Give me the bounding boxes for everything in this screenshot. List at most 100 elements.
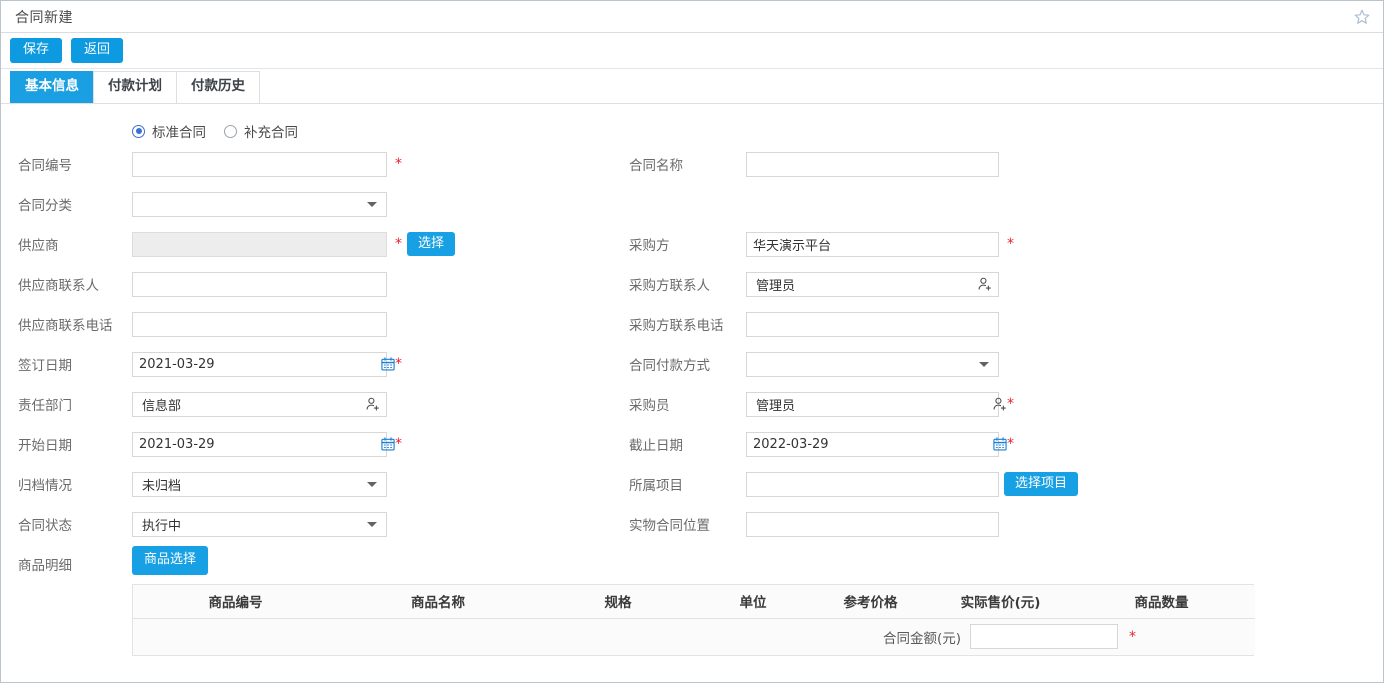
required-mark-purchaser: * [1007, 397, 1014, 411]
tab-basic-info[interactable]: 基本信息 [10, 71, 94, 103]
contract-state-select[interactable]: 执行中 [132, 512, 387, 537]
radio-supplement-contract-label: 补充合同 [244, 121, 298, 141]
payment-method-select[interactable] [746, 352, 999, 377]
field-purchaser: * [746, 392, 1014, 417]
goods-table-header-row: 商品编号 商品名称 规格 单位 参考价格 实际售价(元) 商品数量 [133, 585, 1255, 619]
field-buyer-contact [746, 272, 999, 297]
contract-no-input[interactable] [132, 152, 387, 177]
form-row-2: 合同分类 [1, 184, 1383, 224]
form-row-6: 签订日期 * [1, 344, 1383, 384]
label-contract-state: 合同状态 [1, 514, 132, 534]
buyer-contact-input[interactable] [746, 272, 999, 297]
form-grid: 合同编号 * 合同名称 合同分类 [1, 144, 1383, 544]
label-sign-date: 签订日期 [1, 354, 132, 374]
form-row-8: 开始日期 * [1, 424, 1383, 464]
buyer-input[interactable] [746, 232, 999, 257]
contract-category-select[interactable] [132, 192, 387, 217]
form-row-4: 供应商联系人 采购方联系人 [1, 264, 1383, 304]
required-mark-end-date: * [1007, 437, 1014, 451]
save-button[interactable]: 保存 [10, 38, 62, 64]
archive-status-select[interactable]: 未归档 [132, 472, 387, 497]
radio-supplement-contract[interactable]: 补充合同 [224, 121, 298, 141]
contract-type-radio-group: 标准合同 补充合同 [132, 118, 1383, 144]
calendar-icon[interactable] [380, 436, 396, 452]
person-add-icon[interactable] [977, 276, 993, 292]
owner-dept-input[interactable] [132, 392, 387, 417]
chevron-down-icon [979, 362, 989, 367]
page-title: 合同新建 [15, 7, 73, 27]
star-icon[interactable] [1353, 8, 1371, 26]
label-buyer-phone: 采购方联系电话 [601, 314, 746, 334]
contract-name-input[interactable] [746, 152, 999, 177]
label-supplier: 供应商 [1, 234, 132, 254]
calendar-icon[interactable] [992, 436, 1008, 452]
form-row-7: 责任部门 采购员 [1, 384, 1383, 424]
form-row-1: 合同编号 * 合同名称 [1, 144, 1383, 184]
label-goods-detail: 商品明细 [1, 546, 132, 574]
form-row-10: 合同状态 执行中 实物合同位置 [1, 504, 1383, 544]
form-row-9: 归档情况 未归档 所属项目 选择项目 [1, 464, 1383, 504]
calendar-icon[interactable] [380, 356, 396, 372]
form-row-5: 供应商联系电话 采购方联系电话 [1, 304, 1383, 344]
label-owner-dept: 责任部门 [1, 394, 132, 414]
column-header-goods-no: 商品编号 [133, 585, 338, 619]
contract-amount-label: 合同金额(元) [883, 627, 961, 647]
sign-date-input[interactable] [132, 352, 387, 377]
label-purchaser: 采购员 [601, 394, 746, 414]
person-add-icon[interactable] [365, 396, 381, 412]
field-supplier-phone [132, 312, 387, 337]
tab-payment-plan[interactable]: 付款计划 [93, 71, 177, 103]
supplier-contact-input[interactable] [132, 272, 387, 297]
end-date-input[interactable] [746, 432, 999, 457]
field-contract-name [746, 152, 999, 177]
field-sign-date: * [132, 352, 402, 377]
required-mark-start-date: * [395, 437, 402, 451]
column-header-quantity: 商品数量 [1068, 585, 1255, 619]
label-start-date: 开始日期 [1, 434, 132, 454]
goods-select-button[interactable]: 商品选择 [132, 546, 208, 575]
label-payment-method: 合同付款方式 [601, 354, 746, 374]
label-supplier-phone: 供应商联系电话 [1, 314, 132, 334]
supplier-select-button[interactable]: 选择 [407, 232, 455, 257]
field-supplier-contact [132, 272, 387, 297]
contract-new-page: 合同新建 保存 返回 基本信息 付款计划 付款历史 标准合同 补充合同 [0, 0, 1384, 683]
tab-payment-history[interactable]: 付款历史 [176, 71, 260, 103]
buyer-phone-input[interactable] [746, 312, 999, 337]
physical-location-input[interactable] [746, 512, 999, 537]
label-buyer-contact: 采购方联系人 [601, 274, 746, 294]
supplier-phone-input[interactable] [132, 312, 387, 337]
start-date-input[interactable] [132, 432, 387, 457]
required-mark-buyer: * [1007, 237, 1014, 251]
person-add-icon[interactable] [992, 396, 1008, 412]
column-header-spec: 规格 [538, 585, 698, 619]
archive-status-value: 未归档 [142, 475, 181, 494]
project-input[interactable] [746, 472, 999, 497]
radio-standard-contract-label: 标准合同 [152, 121, 206, 141]
field-start-date: * [132, 432, 402, 457]
chevron-down-icon [367, 202, 377, 207]
supplier-input[interactable] [132, 232, 387, 257]
contract-amount-input[interactable] [970, 624, 1118, 649]
goods-table: 商品编号 商品名称 规格 单位 参考价格 实际售价(元) 商品数量 合同金额(元… [132, 584, 1254, 656]
contract-form: 标准合同 补充合同 合同编号 * 合同名称 [1, 104, 1383, 656]
action-toolbar: 保存 返回 [1, 33, 1383, 69]
field-buyer: * [746, 232, 1014, 257]
field-contract-no: * [132, 152, 402, 177]
back-button[interactable]: 返回 [71, 38, 123, 64]
label-physical-location: 实物合同位置 [601, 514, 746, 534]
label-contract-no: 合同编号 [1, 154, 132, 174]
field-supplier: * 选择 [132, 232, 455, 257]
required-mark-supplier: * [395, 237, 402, 251]
label-buyer: 采购方 [601, 234, 746, 254]
field-buyer-phone [746, 312, 999, 337]
radio-standard-contract[interactable]: 标准合同 [132, 121, 206, 141]
field-owner-dept [132, 392, 387, 417]
project-select-button[interactable]: 选择项目 [1004, 472, 1078, 497]
label-archive-status: 归档情况 [1, 474, 132, 494]
goods-detail-section: 商品明细 商品选择 [1, 546, 1383, 575]
chevron-down-icon [367, 522, 377, 527]
purchaser-input[interactable] [746, 392, 999, 417]
form-row-3: 供应商 * 选择 采购方 * [1, 224, 1383, 264]
chevron-down-icon [367, 482, 377, 487]
field-project: 选择项目 [746, 472, 1078, 497]
